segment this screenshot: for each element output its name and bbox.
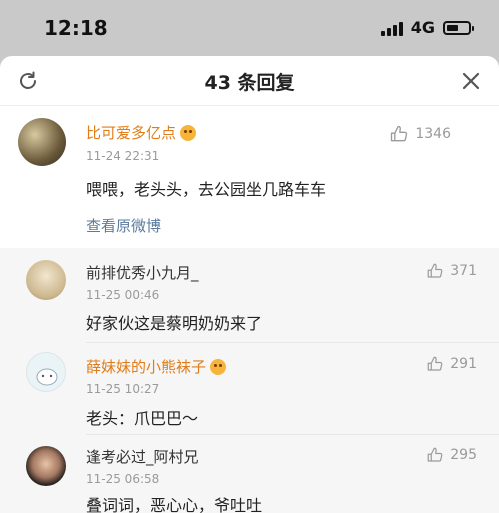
- root-time: 11-24 22:31: [86, 149, 160, 163]
- reply-like-count: 295: [450, 447, 477, 463]
- status-time: 12:18: [44, 16, 108, 40]
- reply-username[interactable]: 前排优秀小九月_: [86, 262, 199, 283]
- thumb-up-icon: [391, 125, 408, 142]
- thumb-up-icon: [427, 356, 443, 371]
- battery-icon: [443, 20, 474, 35]
- reply-like-button[interactable]: 295: [426, 446, 477, 464]
- reply-username[interactable]: 逢考必过_阿村兄: [86, 446, 199, 467]
- status-bar: 12:18 4G: [0, 0, 499, 56]
- reply-like-count: 371: [450, 263, 477, 279]
- divider: [86, 434, 499, 435]
- cartoon-icon: [36, 368, 58, 386]
- sheet-header: 43 条回复: [0, 56, 499, 106]
- divider: [86, 342, 499, 343]
- sheet-title: 43 条回复: [204, 72, 295, 94]
- avatar[interactable]: [26, 446, 66, 486]
- reply-text: 叠词词，恶心心，爷吐吐: [86, 496, 263, 513]
- reply-list: 前排优秀小九月_ 11-25 00:46 371 好家伙这是蔡明奶奶来了 薛妹妹…: [0, 248, 499, 513]
- reply-like-button[interactable]: 291: [426, 355, 477, 373]
- reply-time: 11-25 06:58: [86, 472, 160, 486]
- root-text: 喂喂，老头头，去公园坐几路车车: [86, 180, 327, 199]
- root-like-count: 1346: [415, 126, 451, 142]
- root-like-button[interactable]: 1346: [389, 124, 451, 144]
- status-icons: 4G: [380, 18, 474, 37]
- signal-icon: [380, 20, 403, 36]
- reply-time: 11-25 00:46: [86, 288, 160, 302]
- thumb-up-icon: [427, 263, 443, 278]
- member-badge-icon: [210, 358, 227, 375]
- reply-time: 11-25 10:27: [86, 382, 160, 396]
- close-icon[interactable]: [459, 69, 483, 93]
- reply-text: 老头：爪巴巴～: [86, 409, 199, 428]
- view-original-link[interactable]: 查看原微博: [86, 215, 161, 236]
- reply-like-count: 291: [450, 356, 477, 372]
- avatar[interactable]: [26, 352, 66, 392]
- member-badge-icon: [180, 124, 197, 141]
- reply-username[interactable]: 薛妹妹的小熊袜子: [86, 356, 227, 377]
- reply-text: 好家伙这是蔡明奶奶来了: [86, 314, 263, 333]
- root-comment: 比可爱多亿点 11-24 22:31 1346 喂喂，老头头，去公园坐几路车车 …: [0, 106, 499, 248]
- avatar[interactable]: [26, 260, 66, 300]
- thumb-up-icon: [427, 447, 443, 462]
- root-username[interactable]: 比可爱多亿点: [86, 122, 197, 143]
- avatar[interactable]: [18, 118, 66, 166]
- network-type: 4G: [410, 18, 435, 37]
- replies-sheet: 43 条回复 比可爱多亿点 11-24 22:31 1346 喂喂，老头头，去公…: [0, 56, 499, 513]
- reply-like-button[interactable]: 371: [426, 262, 477, 280]
